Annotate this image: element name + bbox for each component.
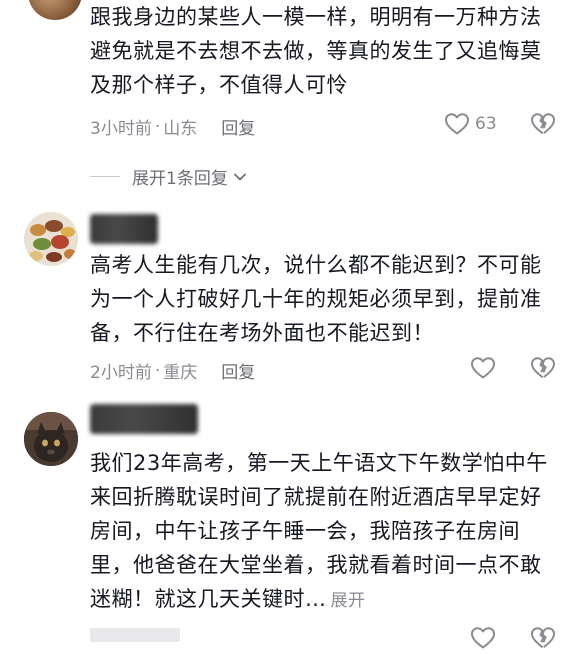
reply-button[interactable]: 回复 bbox=[221, 114, 255, 139]
comment-line: 来回折腾耽误时间了就提前在附近酒店早早定好 bbox=[90, 485, 542, 509]
comment-body: 高考人生能有几次，说什么都不能迟到？不可能 为一个人打破好几十年的规矩必须早到，… bbox=[90, 248, 560, 350]
dislike-button[interactable] bbox=[530, 626, 556, 654]
like-button[interactable] bbox=[470, 356, 496, 380]
divider-line bbox=[90, 176, 120, 177]
avatar[interactable] bbox=[24, 412, 78, 466]
comment-meta: 2小时前 · 重庆 回复 bbox=[90, 358, 255, 384]
comment-line: 房间，中午让孩子午睡一会，我陪孩子在房间 bbox=[90, 519, 520, 543]
comment-line: 里，他爸爸在大堂坐着，我就看着时间一点不敢 bbox=[90, 553, 542, 577]
chevron-down-icon bbox=[233, 173, 246, 180]
heart-outline-icon bbox=[471, 357, 495, 379]
like-button[interactable] bbox=[470, 626, 496, 650]
username-redacted bbox=[90, 404, 198, 434]
heart-outline-icon bbox=[445, 113, 469, 135]
broken-heart-icon bbox=[531, 113, 555, 134]
comment-body: 跟我身边的某些人一模一样，明明有一万种方法 避免就是不去想不去做，等真的发生了又… bbox=[90, 0, 560, 102]
comment-time: 3小时前 bbox=[90, 119, 152, 139]
expand-replies-button[interactable]: 展开1条回复 bbox=[90, 164, 248, 189]
broken-heart-icon bbox=[531, 357, 555, 378]
like-count: 63 bbox=[475, 114, 497, 134]
expand-text-button[interactable]: 展开 bbox=[331, 591, 366, 611]
comment-line: 迷糊！就这几天关键时… bbox=[90, 587, 327, 611]
meta-separator: · bbox=[154, 116, 161, 137]
comment-body: 我们23年高考，第一天上午语文下午数学怕中午 来回折腾耽误时间了就提前在附近酒店… bbox=[90, 446, 560, 618]
comment-line: 为一个人打破好几十年的规矩必须早到，提前准 bbox=[90, 287, 542, 311]
like-button[interactable]: 63 bbox=[444, 112, 497, 136]
comment-line: 备，不行住在考场外面也不能迟到！ bbox=[90, 321, 434, 345]
comment-time: 2小时前 bbox=[90, 363, 152, 383]
comment-location: 山东 bbox=[163, 119, 198, 139]
heart-outline-icon bbox=[471, 627, 495, 649]
comment-line-last: 迷糊！就这几天关键时… 展开 bbox=[90, 582, 560, 618]
comment-line: 避免就是不去想不去做，等真的发生了又追悔莫 bbox=[90, 39, 542, 63]
comment-line: 我们23年高考，第一天上午语文下午数学怕中午 bbox=[90, 451, 548, 475]
comment-line: 及那个样子，不值得人可怜 bbox=[90, 73, 348, 97]
username-redacted bbox=[90, 214, 158, 244]
reply-button[interactable]: 回复 bbox=[221, 358, 255, 383]
avatar[interactable] bbox=[28, 0, 82, 20]
meta-separator: · bbox=[154, 360, 161, 381]
comment-meta: 3小时前 · 山东 回复 bbox=[90, 114, 255, 140]
avatar[interactable] bbox=[24, 212, 78, 266]
comment-line: 高考人生能有几次，说什么都不能迟到？不可能 bbox=[90, 253, 542, 277]
dislike-button[interactable] bbox=[530, 356, 556, 384]
broken-heart-icon bbox=[531, 627, 555, 648]
comment-location: 重庆 bbox=[163, 363, 198, 383]
expand-replies-label: 展开1条回复 bbox=[132, 169, 228, 189]
comment-line: 跟我身边的某些人一模一样，明明有一万种方法 bbox=[90, 5, 542, 29]
dislike-button[interactable] bbox=[530, 112, 556, 140]
